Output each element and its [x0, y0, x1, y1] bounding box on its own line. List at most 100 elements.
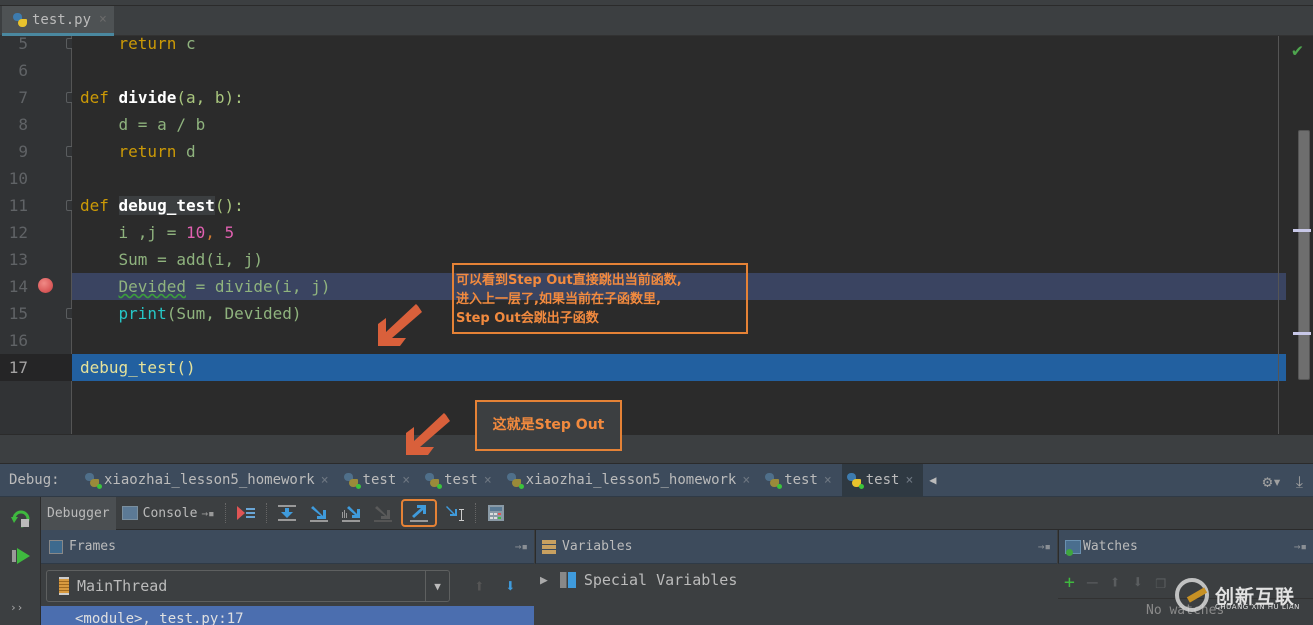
line-number: 11	[8, 196, 28, 215]
annotation-text: 可以看到Step Out直接跳出当前函数,	[456, 273, 682, 288]
comma: ,	[205, 223, 225, 242]
debug-label: Debug:	[9, 472, 60, 488]
code-area[interactable]: return c def divide(a, b): d = a / b ret…	[72, 34, 1313, 434]
show-execution-point-icon	[236, 506, 255, 520]
step-into-button[interactable]	[305, 500, 333, 526]
watches-title: Watches	[1083, 539, 1138, 554]
pin-icon[interactable]: →▪	[515, 540, 528, 553]
python-run-icon	[846, 472, 864, 489]
evaluate-expression-button[interactable]	[482, 500, 510, 526]
run-tab[interactable]: test ×	[339, 464, 421, 497]
line-number: 6	[18, 61, 28, 80]
step-out-icon	[409, 505, 428, 522]
run-tab[interactable]: xiaozhai_lesson5_homework ×	[502, 464, 761, 497]
debug-tool-window-header: Debug: xiaozhai_lesson5_homework × test …	[0, 463, 1313, 497]
show-execution-point-button[interactable]	[232, 500, 260, 526]
editor-gutter[interactable]: 5 6 7 8 9 10 11 12 13 14 15 16 17	[0, 34, 76, 434]
scroll-marker[interactable]	[1293, 229, 1311, 232]
copy-watch-icon[interactable]: ❐	[1155, 572, 1166, 593]
frames-title: Frames	[69, 539, 116, 554]
run-tab[interactable]: test ×	[760, 464, 842, 497]
line-number: 10	[8, 169, 28, 188]
move-watch-up-icon[interactable]: ⬆	[1110, 572, 1121, 593]
scroll-marker[interactable]	[1293, 332, 1311, 335]
run-tab-active[interactable]: test ×	[841, 463, 924, 497]
gear-icon[interactable]: ⚙▾	[1263, 472, 1282, 492]
thread-icon	[59, 577, 69, 595]
resume-icon[interactable]	[10, 545, 32, 567]
breakpoint-icon[interactable]	[38, 278, 53, 293]
tab-console[interactable]: Console →▪	[116, 497, 221, 530]
python-run-icon	[343, 472, 361, 489]
line-number: 14	[8, 277, 28, 296]
step-over-button[interactable]	[273, 500, 301, 526]
close-icon[interactable]: ×	[321, 473, 329, 488]
rerun-icon[interactable]	[10, 507, 32, 529]
keyword: return	[118, 34, 177, 53]
variable-label: Special Variables	[583, 571, 738, 589]
dropdown-caret-icon[interactable]: ▼	[425, 571, 449, 601]
function-params: (a, b):	[176, 88, 244, 107]
thread-selector[interactable]: MainThread ▼	[46, 570, 450, 602]
variable-row[interactable]: ▶ Special Variables	[540, 570, 737, 590]
annotation-arrow-icon	[406, 413, 450, 455]
close-icon[interactable]: ×	[824, 473, 832, 488]
line-number: 8	[18, 115, 28, 134]
step-over-icon	[277, 505, 296, 521]
next-frame-icon[interactable]: ⬇	[505, 576, 516, 597]
builtin: print	[118, 304, 167, 323]
close-icon[interactable]: ×	[742, 473, 750, 488]
keyword: return	[118, 142, 177, 161]
close-icon[interactable]: ×	[402, 473, 410, 488]
run-tab[interactable]: test ×	[420, 464, 502, 497]
pin-icon[interactable]: →▪	[1294, 540, 1307, 553]
tab-debugger[interactable]: Debugger	[41, 496, 116, 530]
run-to-cursor-icon	[445, 506, 464, 521]
more-icon[interactable]: ››	[10, 601, 32, 623]
line-number: 5	[18, 34, 28, 53]
force-step-into-button[interactable]	[369, 500, 397, 526]
run-tab-label: xiaozhai_lesson5_homework	[104, 472, 315, 488]
code-editor[interactable]: 5 6 7 8 9 10 11 12 13 14 15 16 17 return…	[0, 34, 1313, 434]
step-into-my-code-button[interactable]	[337, 500, 365, 526]
hide-panel-icon[interactable]: ⤓	[1296, 472, 1303, 492]
close-tab-icon[interactable]: ×	[99, 12, 107, 27]
debugger-toolbar: Debugger Console →▪	[41, 496, 1313, 530]
statement: i ,j =	[118, 223, 186, 242]
variables-title: Variables	[562, 539, 633, 554]
previous-frame-icon[interactable]: ⬆	[474, 576, 485, 597]
close-icon[interactable]: ×	[905, 473, 913, 488]
close-icon[interactable]: ×	[484, 473, 492, 488]
code-line-8: d = a / b	[72, 111, 1286, 138]
keyword: def	[80, 196, 109, 215]
line-number: 7	[18, 88, 28, 107]
annotation-text: 进入上一层了,如果当前在子函数里,	[456, 292, 661, 307]
remove-watch-icon[interactable]: —	[1087, 572, 1098, 593]
toolbar-separator	[224, 503, 226, 523]
step-out-button[interactable]	[400, 499, 437, 527]
calculator-icon	[487, 505, 504, 521]
move-watch-down-icon[interactable]: ⬇	[1133, 572, 1144, 593]
pin-icon[interactable]: →▪	[1038, 540, 1051, 553]
function-name: debug_test	[118, 196, 215, 215]
python-run-icon	[764, 472, 783, 489]
line-number: 16	[8, 331, 28, 350]
python-file-icon	[12, 12, 28, 28]
expand-arrow-icon[interactable]: ▶	[540, 573, 548, 588]
pin-icon[interactable]: →▪	[201, 507, 214, 520]
statement: = divide(i, j)	[185, 277, 331, 296]
frame-row[interactable]: <module>, test.py:17	[41, 606, 534, 625]
inspection-ok-icon[interactable]: ✔	[1292, 42, 1310, 60]
variables-panel-header: Variables →▪	[535, 530, 1057, 564]
run-to-cursor-button[interactable]	[441, 500, 469, 526]
keyword: def	[80, 88, 109, 107]
scroll-tabs-left-icon[interactable]: ◀	[929, 473, 936, 487]
python-run-icon	[506, 472, 524, 489]
run-tab[interactable]: xiaozhai_lesson5_homework ×	[80, 464, 339, 497]
add-watch-icon[interactable]: +	[1064, 572, 1075, 593]
python-run-icon	[84, 472, 102, 489]
editor-scrollbar[interactable]	[1298, 130, 1310, 380]
line-number: 13	[8, 250, 28, 269]
statement: d = a / b	[118, 115, 206, 134]
editor-bottom-bar	[0, 434, 1313, 464]
